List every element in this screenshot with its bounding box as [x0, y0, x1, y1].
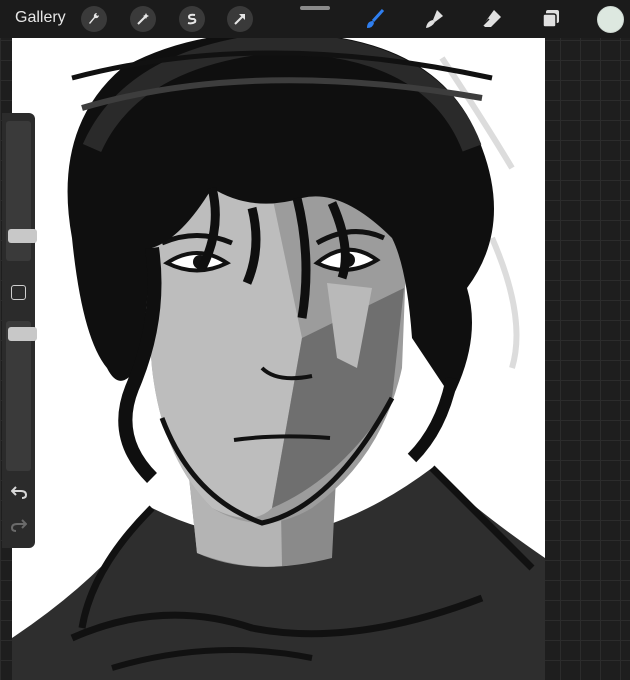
toolbar-grab-handle[interactable]: [300, 6, 330, 10]
drawing-canvas[interactable]: [12, 38, 545, 680]
color-picker[interactable]: [597, 6, 624, 33]
opacity-thumb[interactable]: [8, 327, 37, 341]
undo-icon[interactable]: [8, 483, 30, 501]
left-sidebar: [2, 113, 37, 548]
redo-icon[interactable]: [8, 516, 30, 534]
layers-icon[interactable]: [537, 5, 565, 33]
opacity-slider[interactable]: [6, 321, 37, 471]
magic-wand-icon[interactable]: [130, 6, 156, 32]
brush-size-thumb[interactable]: [8, 229, 37, 243]
smudge-icon[interactable]: [420, 5, 448, 33]
modifier-button[interactable]: [11, 285, 26, 300]
wrench-icon[interactable]: [81, 6, 107, 32]
artwork: [12, 38, 545, 680]
selection-icon[interactable]: [179, 6, 205, 32]
transform-arrow-icon[interactable]: [227, 6, 253, 32]
eraser-icon[interactable]: [478, 5, 506, 33]
gallery-button[interactable]: Gallery: [15, 9, 66, 27]
brush-icon[interactable]: [361, 5, 389, 33]
brush-size-slider[interactable]: [6, 121, 37, 261]
top-toolbar: Gallery: [0, 0, 630, 38]
